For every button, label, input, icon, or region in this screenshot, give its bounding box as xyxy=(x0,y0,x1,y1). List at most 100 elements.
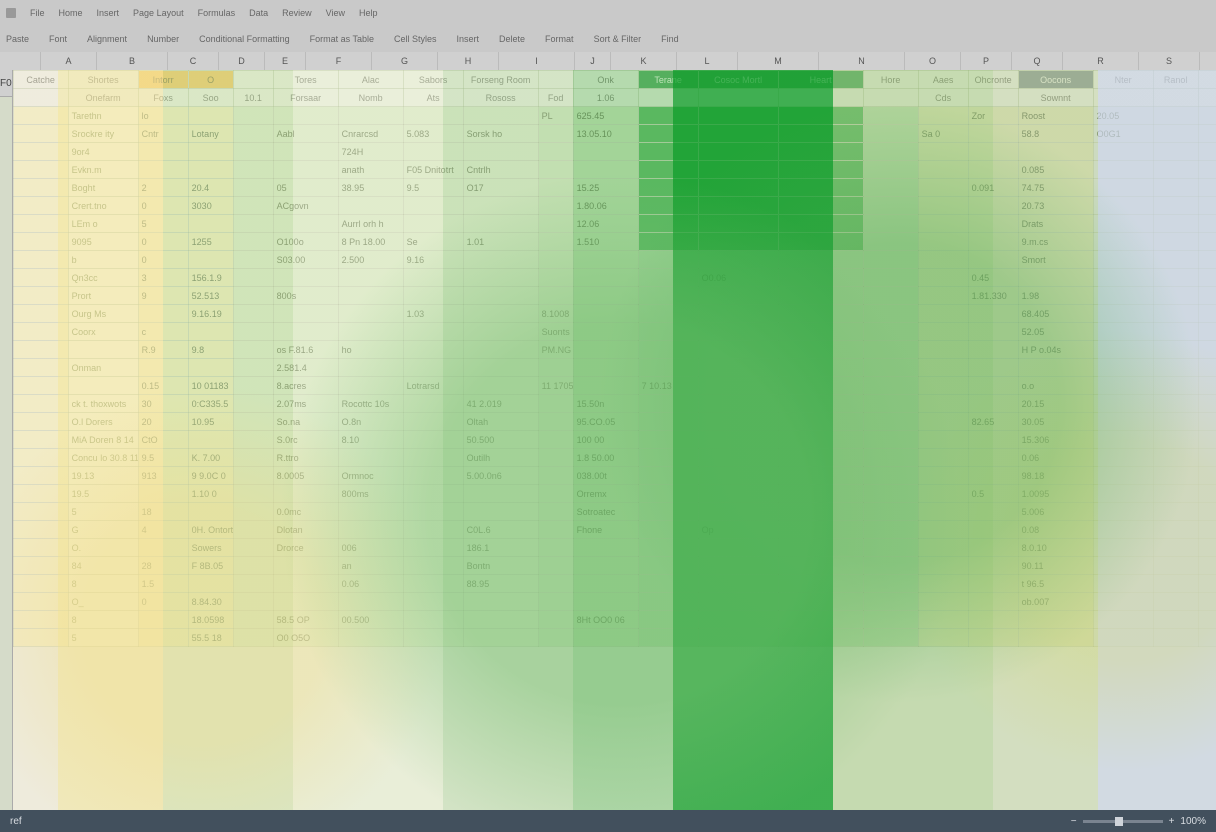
data-cell[interactable]: Lotrarsd xyxy=(403,377,463,395)
data-cell[interactable]: 68.405 xyxy=(1018,305,1093,323)
data-cell[interactable] xyxy=(403,359,463,377)
data-cell[interactable] xyxy=(233,377,273,395)
data-cell[interactable] xyxy=(863,575,918,593)
data-cell[interactable] xyxy=(233,359,273,377)
data-cell[interactable] xyxy=(863,251,918,269)
data-cell[interactable] xyxy=(863,107,918,125)
table-row[interactable]: O.l Dorers2010.95So.naO.8nOltah95.CO.058… xyxy=(13,413,1216,431)
data-cell[interactable] xyxy=(1153,539,1198,557)
data-cell[interactable] xyxy=(863,161,918,179)
table-row[interactable]: MiA Doren 8 14CtOS.0rc8.1050.500100 0015… xyxy=(13,431,1216,449)
data-cell[interactable] xyxy=(638,449,698,467)
data-cell[interactable] xyxy=(698,629,778,647)
table-row[interactable]: 818.059858.5 OP00.5008Ht OO0 06 xyxy=(13,611,1216,629)
data-cell[interactable] xyxy=(403,323,463,341)
data-cell[interactable]: 90.11 xyxy=(1018,557,1093,575)
data-cell[interactable] xyxy=(1153,251,1198,269)
tool-format[interactable]: Format xyxy=(545,34,574,44)
data-cell[interactable]: 10.95 xyxy=(188,413,233,431)
data-cell[interactable]: Sa 0 xyxy=(918,125,968,143)
data-cell[interactable] xyxy=(918,449,968,467)
ribbon-tab[interactable]: View xyxy=(326,8,345,18)
data-cell[interactable] xyxy=(573,629,638,647)
data-cell[interactable] xyxy=(403,395,463,413)
data-cell[interactable] xyxy=(538,143,573,161)
data-cell[interactable] xyxy=(698,305,778,323)
data-cell[interactable] xyxy=(918,539,968,557)
header-cell[interactable] xyxy=(778,89,863,107)
data-cell[interactable] xyxy=(13,467,68,485)
data-cell[interactable] xyxy=(918,611,968,629)
data-cell[interactable] xyxy=(338,197,403,215)
data-cell[interactable] xyxy=(1153,593,1198,611)
header-cell[interactable]: Sownnt xyxy=(1018,89,1093,107)
data-cell[interactable]: 156.1.9 xyxy=(188,269,233,287)
data-cell[interactable] xyxy=(573,287,638,305)
data-cell[interactable] xyxy=(863,143,918,161)
data-cell[interactable]: Srockre ity xyxy=(68,125,138,143)
data-cell[interactable]: H P o.04s xyxy=(1018,341,1093,359)
col-header[interactable]: H xyxy=(438,52,499,70)
data-cell[interactable] xyxy=(403,341,463,359)
data-cell[interactable] xyxy=(968,215,1018,233)
data-cell[interactable] xyxy=(968,593,1018,611)
data-cell[interactable] xyxy=(538,449,573,467)
data-cell[interactable] xyxy=(68,377,138,395)
data-cell[interactable]: Dlotan xyxy=(273,521,338,539)
data-cell[interactable]: ob.007 xyxy=(1018,593,1093,611)
data-cell[interactable]: Concu lo 30.8 11 xyxy=(68,449,138,467)
data-cell[interactable]: 5 xyxy=(138,215,188,233)
data-cell[interactable]: Oltah xyxy=(463,413,538,431)
data-cell[interactable]: 0.06 xyxy=(1018,449,1093,467)
data-cell[interactable] xyxy=(698,161,778,179)
data-cell[interactable] xyxy=(403,485,463,503)
data-cell[interactable] xyxy=(1198,431,1216,449)
data-cell[interactable] xyxy=(698,179,778,197)
data-cell[interactable] xyxy=(138,359,188,377)
data-cell[interactable]: 0 xyxy=(138,197,188,215)
ribbon-tab[interactable]: Data xyxy=(249,8,268,18)
data-cell[interactable]: PL xyxy=(538,107,573,125)
data-cell[interactable] xyxy=(1153,179,1198,197)
ribbon-tab[interactable]: Page Layout xyxy=(133,8,184,18)
data-cell[interactable] xyxy=(1198,287,1216,305)
data-cell[interactable] xyxy=(338,359,403,377)
header-cell[interactable]: Intorr xyxy=(138,71,188,89)
data-cell[interactable] xyxy=(13,449,68,467)
data-cell[interactable] xyxy=(13,179,68,197)
data-cell[interactable] xyxy=(403,557,463,575)
data-cell[interactable] xyxy=(778,503,863,521)
data-cell[interactable] xyxy=(188,161,233,179)
data-cell[interactable]: 100 00 xyxy=(573,431,638,449)
data-cell[interactable] xyxy=(638,539,698,557)
data-cell[interactable] xyxy=(638,323,698,341)
data-cell[interactable] xyxy=(638,341,698,359)
data-cell[interactable] xyxy=(13,539,68,557)
data-cell[interactable] xyxy=(1093,503,1153,521)
table-row[interactable]: 5180.0mcSotroatec5.006 xyxy=(13,503,1216,521)
data-cell[interactable]: 0.085 xyxy=(1018,161,1093,179)
data-cell[interactable] xyxy=(1093,161,1153,179)
header-cell[interactable]: Cosoc Mortl xyxy=(698,71,778,89)
ribbon-tab[interactable]: Review xyxy=(282,8,312,18)
data-cell[interactable]: 8 Pn 18.00 xyxy=(338,233,403,251)
data-cell[interactable] xyxy=(968,449,1018,467)
header-cell[interactable]: Alac xyxy=(338,71,403,89)
data-cell[interactable] xyxy=(1093,233,1153,251)
data-cell[interactable] xyxy=(233,503,273,521)
tool-sort[interactable]: Sort & Filter xyxy=(594,34,642,44)
data-cell[interactable] xyxy=(538,359,573,377)
data-cell[interactable]: 800ms xyxy=(338,485,403,503)
data-cell[interactable]: ACgovn xyxy=(273,197,338,215)
data-cell[interactable] xyxy=(1198,629,1216,647)
table-row[interactable]: Onman2.581.4 xyxy=(13,359,1216,377)
data-cell[interactable] xyxy=(1093,557,1153,575)
data-cell[interactable] xyxy=(1198,197,1216,215)
data-cell[interactable] xyxy=(1198,593,1216,611)
data-cell[interactable]: 8.0005 xyxy=(273,467,338,485)
data-cell[interactable] xyxy=(13,485,68,503)
data-cell[interactable]: Ourg Ms xyxy=(68,305,138,323)
tool-find[interactable]: Find xyxy=(661,34,679,44)
data-cell[interactable]: 3 xyxy=(138,269,188,287)
data-cell[interactable] xyxy=(13,197,68,215)
